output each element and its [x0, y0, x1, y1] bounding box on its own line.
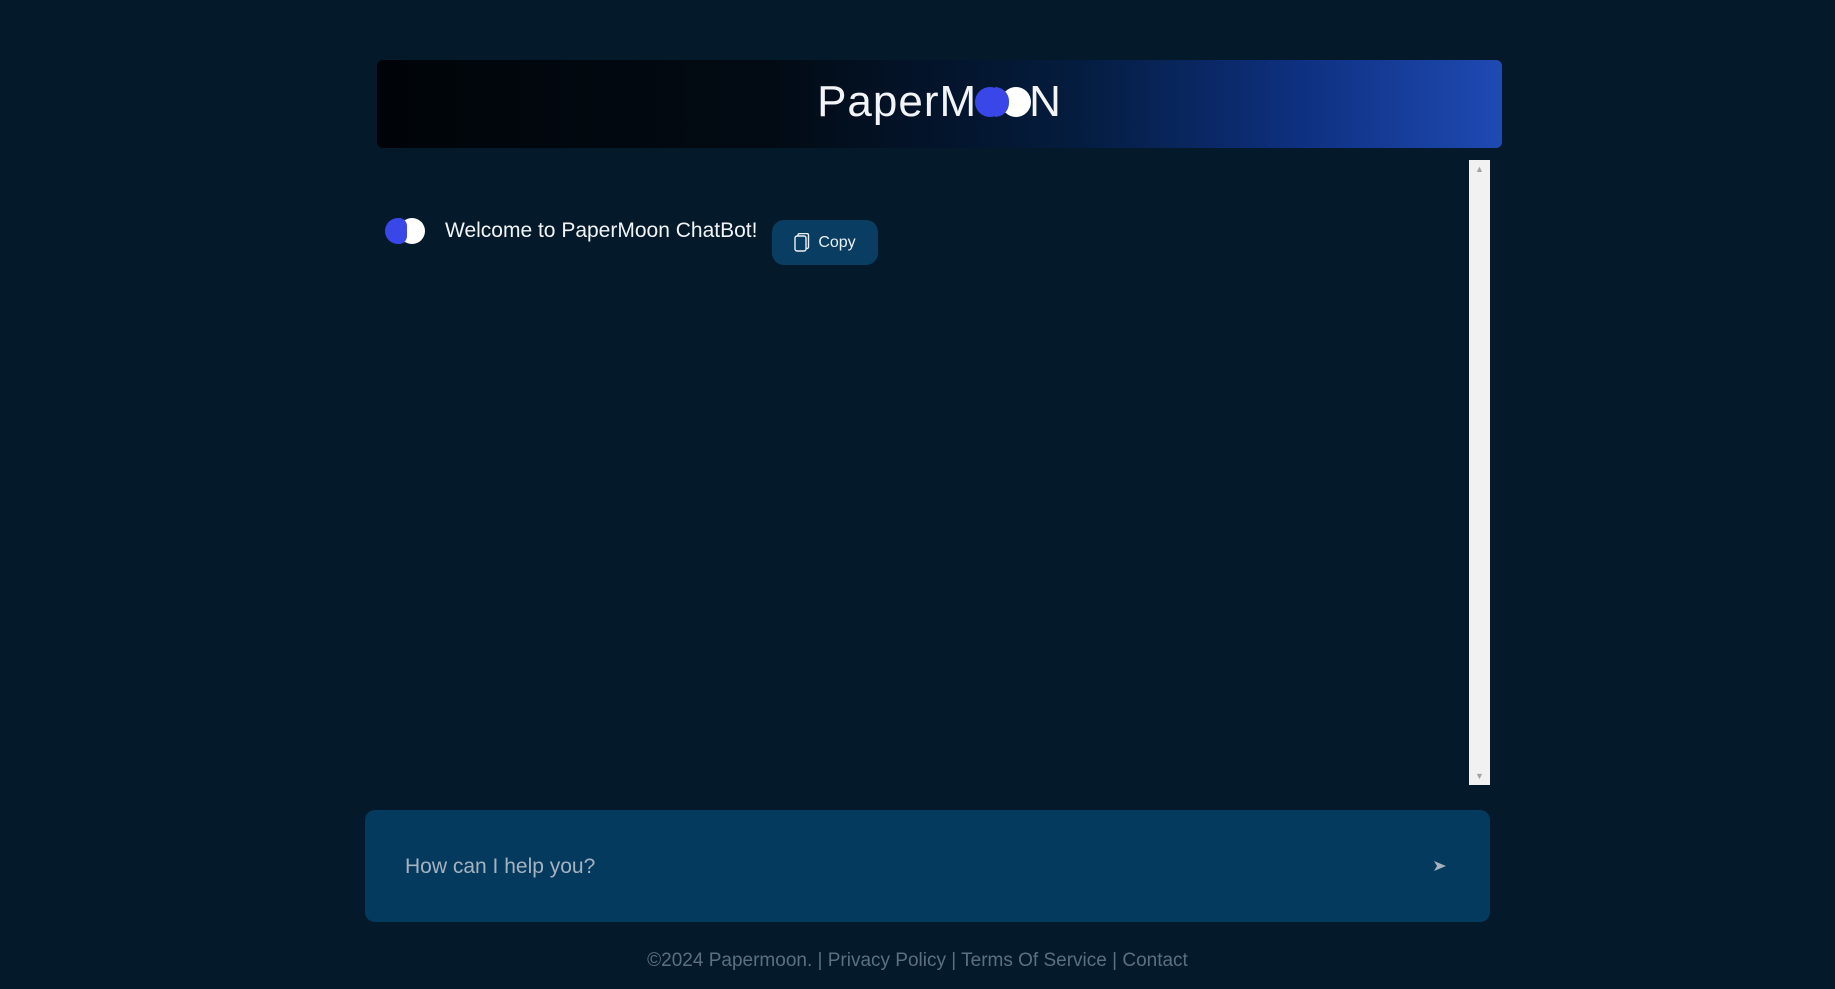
chat-input[interactable] [403, 846, 1387, 888]
footer: ©2024 Papermoon. | Privacy Policy | Term… [0, 950, 1835, 972]
footer-separator: | [817, 950, 823, 971]
terms-of-service-link[interactable]: Terms Of Service [961, 950, 1107, 971]
copy-button[interactable]: Copy [772, 220, 878, 265]
header-banner: PaperM N [377, 60, 1502, 148]
privacy-policy-link[interactable]: Privacy Policy [828, 950, 946, 971]
logo-text-suffix: N [1029, 77, 1062, 126]
logo-text-prefix: PaperM [817, 77, 978, 126]
papermoon-logo[interactable]: PaperM N [377, 77, 1502, 127]
scroll-down-arrow-icon[interactable]: ▼ [1469, 767, 1490, 785]
bot-message: Welcome to PaperMoon ChatBot! [385, 218, 757, 244]
send-arrow-icon [1434, 861, 1446, 871]
scroll-up-arrow-icon[interactable]: ▲ [1469, 160, 1490, 178]
contact-link[interactable]: Contact [1122, 950, 1187, 971]
bot-avatar-icon [385, 218, 425, 244]
chat-messages-area[interactable] [377, 160, 1489, 784]
copy-button-label: Copy [818, 233, 856, 251]
copy-icon [794, 232, 810, 252]
logo-moon-icon-right [995, 87, 1032, 117]
send-button[interactable] [1425, 848, 1455, 884]
chat-input-container [365, 810, 1490, 922]
footer-separator: | [1112, 950, 1118, 971]
bot-message-text: Welcome to PaperMoon ChatBot! [445, 219, 758, 242]
footer-separator: | [951, 950, 957, 971]
chat-scrollbar[interactable]: ▲ ▼ [1469, 160, 1490, 785]
footer-copyright: ©2024 Papermoon. [647, 950, 813, 971]
